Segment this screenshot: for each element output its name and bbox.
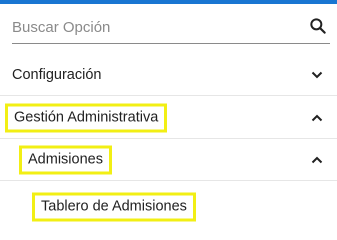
chevron-up-icon[interactable] bbox=[311, 156, 323, 164]
menu-item-tablero-de-admisiones[interactable]: Tablero de Admisiones bbox=[0, 186, 337, 228]
top-accent-bar bbox=[0, 0, 337, 4]
menu-item-label: Gestión Administrativa bbox=[5, 103, 168, 132]
search-box bbox=[12, 12, 330, 44]
search-icon[interactable] bbox=[308, 16, 328, 36]
menu-item-gestion-administrativa[interactable]: Gestión Administrativa bbox=[0, 97, 337, 139]
chevron-up-icon[interactable] bbox=[311, 114, 323, 122]
menu-item-admisiones[interactable]: Admisiones bbox=[0, 139, 337, 181]
menu-item-label: Tablero de Admisiones bbox=[32, 192, 196, 222]
chevron-down-icon[interactable] bbox=[311, 71, 323, 79]
menu-item-label: Admisiones bbox=[19, 145, 112, 174]
menu-item-label: Configuración bbox=[12, 66, 102, 83]
menu-item-configuracion[interactable]: Configuración bbox=[0, 54, 337, 96]
search-input[interactable] bbox=[12, 14, 292, 40]
